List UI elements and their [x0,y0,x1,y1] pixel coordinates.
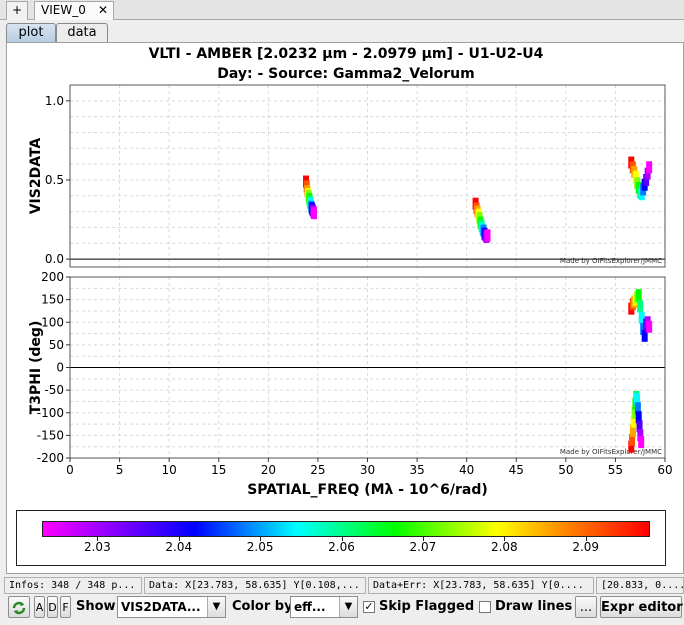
x-tick-label: 35 [409,463,424,477]
a-button[interactable]: A [34,596,45,618]
x-tick-label: 25 [310,463,325,477]
y-axis-label: VIS2DATA [28,138,44,215]
status-data-err: Data+Err: X[23.783, 58.635] Y[0.... [368,577,594,594]
data-point [484,229,491,242]
y-tick-label: 1.0 [45,94,64,108]
y-tick-label: 100 [41,315,64,329]
x-tick-label: 50 [558,463,573,477]
x-tick-label: 15 [211,463,226,477]
colorbar-tick-label: 2.07 [409,540,437,554]
x-axis-label: SPATIAL_FREQ (Mλ - 10^6/rad) [247,482,488,498]
data-point [638,436,645,449]
refresh-icon [12,601,26,615]
y-tick-label: 0 [56,361,64,375]
chart-title: VLTI - AMBER [2.0232 µm - 2.0979 µm] - U… [149,46,544,62]
data-point [646,161,653,174]
colorbar-tick-label: 2.08 [490,540,518,554]
color-by-select[interactable]: eff... ▼ [290,596,358,618]
chart-subtitle: Day: - Source: Gamma2_Velorum [217,66,475,82]
x-tick-label: 60 [657,463,672,477]
y-tick-label: -200 [37,451,64,465]
colorbar-tick-label: 2.04 [165,540,193,554]
status-bar: Infos: 348 / 348 p... Data: X[23.783, 58… [4,577,684,594]
watermark: Made by OIFitsExplorer/JMMC [560,448,662,456]
chevron-down-icon: ▼ [339,597,357,617]
colorbar-tick-label: 2.05 [246,540,274,554]
y-tick-label: 0.0 [45,252,64,266]
data-point [646,320,653,333]
y-tick-label: 200 [41,270,64,284]
color-by-label: Color by [232,599,293,614]
x-tick-label: 10 [162,463,177,477]
t3phi-plot: -200-150-100-500501001502000 5 10 15 20 25 30 3… [28,270,673,498]
chevron-down-icon: ▼ [207,597,225,617]
vis2-plot: 0.0 0.5 1.0 VIS2DATA Made by OIFitsExplorer/… [28,84,666,268]
skip-flagged-checkbox[interactable]: ✓ [363,601,375,613]
show-label: Show [76,599,116,614]
colorbar-tick-label: 2.09 [572,540,600,554]
d-button[interactable]: D [47,596,58,618]
refresh-button[interactable] [8,596,30,618]
skip-flagged-label: Skip Flagged [379,599,475,614]
data-point [310,207,317,220]
status-infos: Infos: 348 / 348 p... [4,577,142,594]
x-tick-label: 0 [66,463,74,477]
colorbar-tick-label: 2.03 [83,540,111,554]
x-tick-label: 5 [116,463,124,477]
watermark: Made by OIFitsExplorer/JMMC [560,257,662,265]
y-tick-label: 50 [49,338,64,352]
status-data: Data: X[23.783, 58.635] Y[0.108,... [144,577,366,594]
draw-lines-label: Draw lines [495,599,573,614]
y-tick-label: -50 [44,383,64,397]
x-tick-label: 20 [261,463,276,477]
y-tick-label: 150 [41,293,64,307]
data-point [637,300,644,313]
toolbar: A D F Show VIS2DATA... ▼ Color by eff...… [0,596,684,620]
x-tick-label: 40 [459,463,474,477]
data-point [635,289,642,302]
colorbar-tick-label: 2.06 [328,540,355,554]
chart: VLTI - AMBER [2.0232 µm - 2.0979 µm] - U… [28,46,673,498]
color-by-value: eff... [294,600,326,614]
x-tick-label: 45 [509,463,524,477]
draw-lines-checkbox[interactable] [479,601,491,613]
y-tick-label: 0.5 [45,173,64,187]
status-extra: [20.833, 0.... [596,577,684,594]
expr-editor-button[interactable]: Expr editor [600,596,683,618]
f-button[interactable]: F [60,596,71,618]
x-tick-label: 30 [360,463,375,477]
colorbar-gradient [42,521,650,537]
more-button[interactable]: ... [575,596,597,618]
show-select[interactable]: VIS2DATA... ▼ [117,596,226,618]
y-tick-label: -150 [37,428,64,442]
y-axis-label: T3PHI (deg) [28,321,44,415]
x-tick-label: 55 [608,463,623,477]
show-select-value: VIS2DATA... [121,600,201,614]
